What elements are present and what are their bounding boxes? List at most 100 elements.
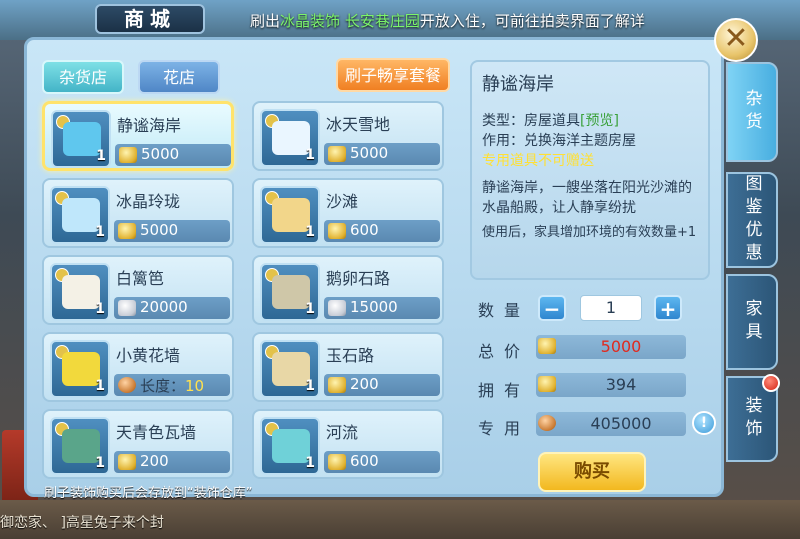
item-thumbnail: 1 bbox=[51, 110, 111, 168]
side-tab[interactable]: 家具 bbox=[726, 274, 778, 370]
owned-bar: 394 bbox=[536, 373, 686, 397]
announcement-ticker: 刷出冰晶装饰 长安巷庄园开放入住，可前往拍卖界面了解详 bbox=[250, 10, 645, 31]
currency-icon bbox=[328, 300, 346, 316]
item-card[interactable]: 1 河流 600 bbox=[252, 409, 444, 479]
announce-highlight-1: 冰晶装饰 bbox=[280, 12, 341, 30]
item-price-bar: 600 bbox=[324, 220, 440, 242]
detail-effect: 使用后，家具增加环境的有效数量+1 bbox=[482, 225, 697, 240]
total-price-label: 总价 bbox=[478, 342, 531, 361]
item-price: 20000 bbox=[140, 298, 188, 316]
item-price-value: 200 bbox=[140, 452, 169, 470]
item-quantity: 1 bbox=[305, 455, 315, 471]
special-currency-bar: 405000 bbox=[536, 412, 686, 436]
currency-icon bbox=[328, 454, 346, 470]
currency-icon bbox=[328, 377, 346, 393]
item-price: 长度：10 bbox=[140, 375, 204, 396]
preview-link[interactable]: [预览] bbox=[580, 113, 619, 129]
currency-icon bbox=[118, 300, 136, 316]
owned-label: 拥有 bbox=[478, 381, 531, 400]
detail-use-label: 作用： bbox=[482, 133, 524, 149]
buy-button[interactable]: 购买 bbox=[538, 452, 646, 492]
owned-value: 394 bbox=[605, 375, 637, 394]
item-name: 沙滩 bbox=[326, 192, 359, 211]
shop-title: 商城 bbox=[95, 4, 205, 34]
info-icon[interactable]: ! bbox=[692, 411, 716, 435]
side-tab[interactable]: 图鉴优惠 bbox=[726, 172, 778, 268]
item-price-value: 5000 bbox=[140, 221, 179, 239]
detail-use-value: 兑换海洋主题房屋 bbox=[524, 133, 636, 149]
item-name: 小黄花墙 bbox=[116, 346, 181, 365]
item-card[interactable]: 1 天青色瓦墙 200 bbox=[42, 409, 234, 479]
item-card[interactable]: 1 沙滩 600 bbox=[252, 178, 444, 248]
close-icon[interactable]: ✕ bbox=[714, 18, 758, 62]
item-thumbnail: 1 bbox=[260, 186, 320, 244]
item-price: 200 bbox=[350, 375, 379, 393]
notification-dot-icon bbox=[762, 374, 780, 392]
tab-flower[interactable]: 花店 bbox=[138, 60, 220, 94]
detail-title: 静谧海岸 bbox=[482, 74, 554, 95]
item-thumbnail: 1 bbox=[260, 263, 320, 321]
item-card[interactable]: 1 冰晶玲珑 5000 bbox=[42, 178, 234, 248]
quantity-input[interactable]: 1 bbox=[580, 295, 642, 321]
item-price-bar: 5000 bbox=[115, 144, 231, 166]
item-price-bar: 600 bbox=[324, 451, 440, 473]
item-quantity: 1 bbox=[95, 224, 105, 240]
item-thumbnail: 1 bbox=[50, 340, 110, 398]
item-name: 鹅卵石路 bbox=[326, 269, 391, 288]
item-card[interactable]: 1 冰天雪地 5000 bbox=[252, 101, 444, 171]
item-name: 玉石路 bbox=[326, 346, 375, 365]
special-currency-label: 专用 bbox=[478, 419, 531, 438]
item-card[interactable]: 1 小黄花墙长度：10 bbox=[42, 332, 234, 402]
item-name: 天青色瓦墙 bbox=[116, 423, 197, 442]
announce-highlight-2: 长安巷庄园 bbox=[344, 12, 420, 30]
skin-package-button[interactable]: 刷子畅享套餐 bbox=[336, 58, 450, 92]
item-price-bar: 20000 bbox=[114, 297, 230, 319]
item-price: 600 bbox=[350, 452, 379, 470]
item-price-bar: 200 bbox=[324, 374, 440, 396]
item-quantity: 1 bbox=[95, 301, 105, 317]
item-name: 白篱笆 bbox=[116, 269, 165, 288]
tab-grocery[interactable]: 杂货店 bbox=[42, 60, 124, 94]
item-thumbnail: 1 bbox=[260, 340, 320, 398]
item-price: 600 bbox=[350, 221, 379, 239]
quantity-plus-button[interactable]: + bbox=[654, 295, 682, 321]
item-price-bar: 5000 bbox=[324, 143, 440, 165]
currency-icon bbox=[328, 146, 346, 162]
currency-icon bbox=[119, 147, 137, 163]
voucher-icon bbox=[538, 415, 556, 431]
gold-coin-icon bbox=[538, 338, 556, 354]
item-price: 200 bbox=[140, 452, 169, 470]
item-quantity: 1 bbox=[95, 378, 105, 394]
side-tab[interactable]: 杂货 bbox=[726, 62, 778, 162]
item-thumbnail: 1 bbox=[50, 186, 110, 244]
currency-icon bbox=[328, 223, 346, 239]
item-card[interactable]: 1 白篱笆 20000 bbox=[42, 255, 234, 325]
item-price-prefix: 长度： bbox=[140, 377, 186, 395]
detail-special-note: 专用道具不可赠送 bbox=[482, 153, 594, 169]
item-card[interactable]: 1 玉石路 200 bbox=[252, 332, 444, 402]
total-price-value: 5000 bbox=[600, 337, 642, 356]
item-quantity: 1 bbox=[96, 148, 106, 164]
item-quantity: 1 bbox=[305, 378, 315, 394]
item-price-bar: 长度：10 bbox=[114, 374, 230, 396]
currency-icon bbox=[118, 223, 136, 239]
item-price: 5000 bbox=[350, 144, 388, 162]
item-detail-panel: 静谧海岸 类型：房屋道具[预览] 作用：兑换海洋主题房屋 专用道具不可赠送 静谧… bbox=[470, 60, 710, 280]
item-name: 河流 bbox=[326, 423, 359, 442]
item-price-value: 200 bbox=[350, 375, 379, 393]
item-price-value: 600 bbox=[350, 452, 379, 470]
item-thumbnail: 1 bbox=[50, 417, 110, 475]
quantity-minus-button[interactable]: − bbox=[538, 295, 566, 321]
item-quantity: 1 bbox=[305, 301, 315, 317]
item-name: 冰天雪地 bbox=[326, 115, 391, 134]
detail-use: 作用：兑换海洋主题房屋 bbox=[482, 130, 636, 150]
item-price-bar: 200 bbox=[114, 451, 230, 473]
currency-icon bbox=[118, 377, 136, 393]
item-price: 15000 bbox=[350, 298, 398, 316]
detail-description: 静谧海岸，一艘坐落在阳光沙滩的水晶船殿，让人静享纷扰 bbox=[482, 180, 692, 216]
item-quantity: 1 bbox=[305, 147, 315, 163]
item-price: 5000 bbox=[140, 221, 178, 239]
item-card[interactable]: 1 静谧海岸 5000 bbox=[42, 101, 234, 171]
item-card[interactable]: 1 鹅卵石路 15000 bbox=[252, 255, 444, 325]
item-name: 静谧海岸 bbox=[117, 116, 182, 135]
